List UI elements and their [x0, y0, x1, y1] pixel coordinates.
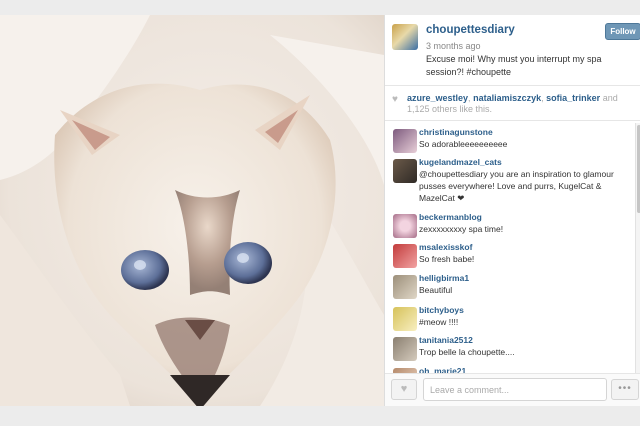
commenter-avatar[interactable] [393, 275, 417, 299]
likes-separator: , [468, 93, 471, 103]
post-caption: Excuse moi! Why must you interrupt my sp… [426, 54, 602, 77]
post-timestamp: 3 months ago [426, 41, 481, 51]
commenter-avatar[interactable] [393, 244, 417, 268]
heart-icon: ♥ [392, 94, 398, 105]
more-options-button[interactable]: ••• [611, 379, 639, 400]
liker-username[interactable]: sofia_trinker [546, 93, 600, 103]
commenter-username[interactable]: tanitania2512 [419, 335, 473, 345]
likes-separator: , [541, 93, 544, 103]
commenter-username[interactable]: helligbirma1 [419, 273, 469, 283]
comment-text: Beautiful [419, 285, 453, 295]
commenter-username[interactable]: christinagunstone [419, 127, 493, 137]
comment-list: christinagunstone So adorableeeeeeeeee k… [385, 123, 633, 377]
follow-button[interactable]: Follow [605, 23, 640, 40]
comment-input[interactable] [423, 378, 607, 401]
liker-username[interactable]: azure_westley [407, 93, 468, 103]
commenter-avatar[interactable] [393, 159, 417, 183]
post-details-panel: choupettesdiary 3 months ago Excuse moi!… [384, 15, 640, 406]
author-username[interactable]: choupettesdiary [426, 24, 515, 36]
liker-username[interactable]: nataliamiszczyk [473, 93, 541, 103]
like-button[interactable]: ♥ [391, 379, 417, 400]
comment-text: zexxxxxxxxy spa time! [419, 224, 504, 234]
commenter-username[interactable]: kugelandmazel_cats [419, 157, 502, 167]
commenter-avatar[interactable] [393, 214, 417, 238]
author-avatar[interactable] [392, 24, 418, 50]
comments-scrollbar[interactable] [635, 123, 640, 377]
comment-text: #meow !!!! [419, 317, 459, 327]
post-header: choupettesdiary 3 months ago Excuse moi!… [385, 15, 640, 86]
bottom-band [0, 406, 640, 426]
commenter-username[interactable]: beckermanblog [419, 212, 482, 222]
post-photo[interactable] [0, 15, 384, 406]
commenter-avatar[interactable] [393, 129, 417, 153]
comment-text: So adorableeeeeeeeee [419, 139, 508, 149]
comment-text: So fresh babe! [419, 254, 475, 264]
commenter-username[interactable]: msalexisskof [419, 242, 472, 252]
commenter-avatar[interactable] [393, 337, 417, 361]
heart-icon: ♥ [400, 383, 408, 395]
cat-photo-image [0, 15, 384, 406]
likes-summary: ♥ azure_westley, nataliamiszczyk, sofia_… [385, 87, 640, 121]
commenter-avatar[interactable] [393, 307, 417, 331]
commenter-username[interactable]: bitchyboys [419, 305, 464, 315]
comment-text: Trop belle la choupette.... [419, 347, 515, 357]
top-band [0, 0, 640, 15]
comment-footer: ♥ ••• [385, 373, 640, 406]
comment-text: @choupettesdiary you are an inspiration … [419, 169, 614, 203]
